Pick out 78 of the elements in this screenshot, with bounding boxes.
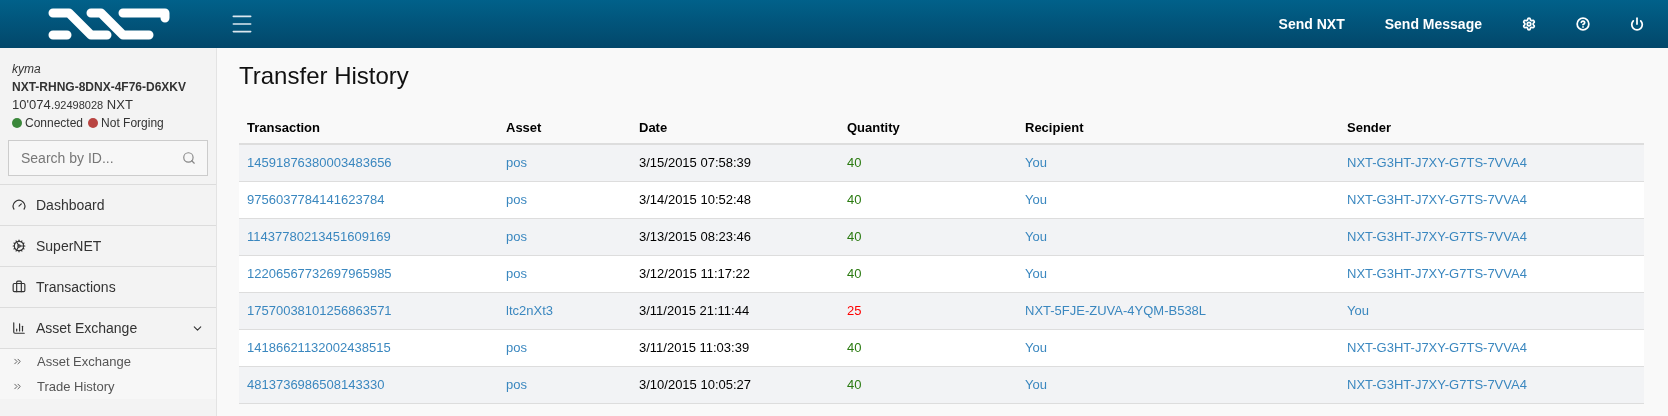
date-cell-text: 3/10/2015 10:05:27 [638, 376, 753, 395]
account-address: NXT-RHNG-8DNX-4F76-D6XKV [12, 79, 188, 96]
column-header: Sender [1346, 119, 1393, 138]
sidebar-item-label: Dashboard [36, 195, 105, 215]
recipient-link[interactable]: You [1017, 338, 1339, 358]
sender-link[interactable]: You [1339, 301, 1644, 321]
sidebar-item[interactable]: SuperNET [0, 225, 216, 266]
quantity-cell-text: 25 [846, 302, 863, 321]
sender-link[interactable]: NXT-G3HT-J7XY-G7TS-7VVA4 [1339, 153, 1644, 173]
recipient-link[interactable]: You [1017, 375, 1339, 395]
asset-link[interactable]: pos [498, 190, 631, 210]
status-label: Not Forging [101, 115, 164, 132]
transaction-link[interactable]: 11437780213451609169 [239, 227, 498, 247]
quantity-cell-text: 40 [846, 228, 863, 247]
quantity-cell-text: 40 [846, 339, 863, 358]
sidebar-item[interactable]: Dashboard [0, 184, 216, 225]
asset-link[interactable]: ltc2nXt3 [498, 301, 631, 321]
account-name: kyma [12, 61, 42, 78]
briefcase-icon [12, 280, 26, 294]
logo-icon [46, 8, 171, 40]
date-cell-text: 3/11/2015 11:03:39 [638, 339, 751, 358]
signal-bars-icon [12, 321, 26, 335]
column-header: Asset [505, 119, 543, 138]
quantity-cell-text: 40 [846, 376, 863, 395]
recipient-link[interactable]: You [1017, 227, 1339, 247]
account-balance: 10'074.92498028 NXT [12, 96, 134, 114]
asset-link[interactable]: pos [498, 375, 631, 395]
status-label: Connected [25, 115, 84, 132]
transaction-link[interactable]: 14186621132002438515 [239, 338, 498, 358]
sender-link[interactable]: NXT-G3HT-J7XY-G7TS-7VVA4 [1339, 227, 1644, 247]
sender-link[interactable]: NXT-G3HT-J7XY-G7TS-7VVA4 [1339, 375, 1644, 395]
help-icon[interactable] [1576, 17, 1590, 31]
sender-link[interactable]: NXT-G3HT-J7XY-G7TS-7VVA4 [1339, 338, 1644, 358]
transaction-link[interactable]: 14591876380003483656 [239, 153, 498, 173]
transaction-link[interactable]: 9756037784141623784 [239, 190, 498, 210]
sender-link[interactable]: NXT-G3HT-J7XY-G7TS-7VVA4 [1339, 264, 1644, 284]
date-cell-text: 3/13/2015 08:23:46 [638, 228, 753, 247]
nav-link[interactable]: Send NXT [1278, 13, 1345, 35]
column-header: Transaction [246, 119, 321, 138]
transaction-link[interactable]: 4813736986508143330 [239, 375, 498, 395]
search-icon [182, 151, 196, 165]
double-chevron-icon [12, 381, 23, 392]
sidebar-item-label: Asset Exchange [36, 318, 138, 338]
sidebar-item-label: SuperNET [36, 236, 102, 256]
search-field[interactable]: Search by ID... [8, 140, 208, 176]
asset-link[interactable]: pos [498, 338, 631, 358]
date-cell-text: 3/15/2015 07:58:39 [638, 154, 753, 173]
recipient-link[interactable]: NXT-5FJE-ZUVA-4YQM-B538L [1017, 301, 1339, 321]
power-icon[interactable] [1630, 17, 1644, 31]
recipient-link[interactable]: You [1017, 264, 1339, 284]
page-title: Transfer History [239, 61, 410, 91]
sidebar-subitem[interactable]: Asset Exchange [0, 349, 216, 374]
settings-icon[interactable] [1522, 17, 1536, 31]
quantity-cell-text: 40 [846, 191, 863, 210]
asset-link[interactable]: pos [498, 264, 631, 284]
column-header: Quantity [846, 119, 901, 138]
date-cell-text: 3/12/2015 11:17:22 [638, 265, 752, 284]
asset-link[interactable]: pos [498, 227, 631, 247]
recipient-link[interactable]: You [1017, 190, 1339, 210]
transaction-link[interactable]: 12206567732697965985 [239, 264, 498, 284]
sidebar-item-label: Transactions [36, 277, 116, 297]
quantity-cell-text: 40 [846, 154, 863, 173]
sender-link[interactable]: NXT-G3HT-J7XY-G7TS-7VVA4 [1339, 190, 1644, 210]
sidebar-subitem-label: Asset Exchange [37, 352, 131, 371]
column-header: Recipient [1024, 119, 1085, 138]
nav-link[interactable]: Send Message [1384, 13, 1482, 35]
date-cell-text: 3/11/2015 21:11:44 [638, 302, 751, 321]
sidebar-subitem-label: Trade History [37, 377, 115, 396]
quantity-cell-text: 40 [846, 265, 863, 284]
gauge-icon [12, 198, 26, 212]
recipient-link[interactable]: You [1017, 153, 1339, 173]
date-cell-text: 3/14/2015 10:52:48 [638, 191, 753, 210]
asset-link[interactable]: pos [498, 153, 631, 173]
sidebar-item[interactable]: Transactions [0, 266, 216, 307]
transaction-link[interactable]: 17570038101256863571 [239, 301, 498, 321]
double-chevron-icon [12, 356, 23, 367]
sidebar-subitem[interactable]: Trade History [0, 374, 216, 399]
column-header: Date [638, 119, 669, 138]
